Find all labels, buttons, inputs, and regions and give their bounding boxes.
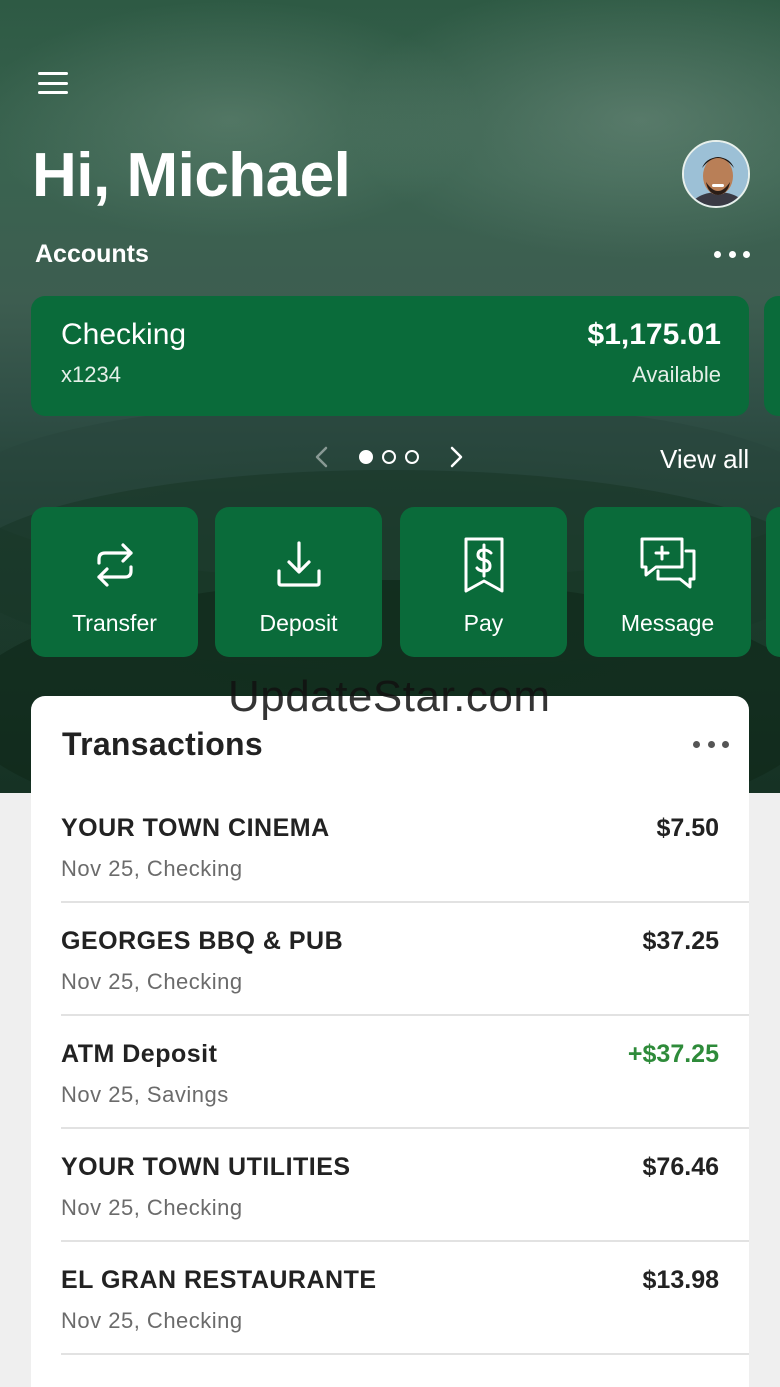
transaction-row[interactable]: GEORGES BBQ & PUB Nov 25, Checking $37.2… xyxy=(61,903,749,1016)
deposit-label: Deposit xyxy=(259,610,338,636)
view-all-link[interactable]: View all xyxy=(660,444,749,475)
transaction-merchant: EL GRAN RESTAURANTE xyxy=(61,1266,377,1294)
transactions-more-icon[interactable] xyxy=(693,736,729,752)
transaction-merchant: YOUR TOWN CINEMA xyxy=(61,814,330,842)
account-name: Checking xyxy=(61,318,187,351)
transaction-detail: Nov 25, Savings xyxy=(61,1082,229,1107)
transactions-panel: Transactions YOUR TOWN CINEMA Nov 25, Ch… xyxy=(31,696,749,1387)
chat-plus-icon xyxy=(640,537,695,589)
transaction-amount: $76.46 xyxy=(642,1153,719,1181)
hamburger-menu-icon[interactable] xyxy=(36,70,70,96)
pager-dot[interactable] xyxy=(382,450,396,464)
pager-dot[interactable] xyxy=(359,450,373,464)
transaction-amount: $37.25 xyxy=(642,927,719,955)
transaction-merchant: ATM Deposit xyxy=(61,1040,218,1068)
accounts-more-icon[interactable] xyxy=(714,246,750,262)
transaction-detail: Nov 25, Checking xyxy=(61,856,243,881)
transaction-detail: Nov 25, Checking xyxy=(61,1308,243,1333)
transaction-amount: +$37.25 xyxy=(627,1040,719,1068)
chevron-left-icon[interactable] xyxy=(312,442,332,472)
transaction-row[interactable]: ATM Deposit Nov 25, Savings +$37.25 xyxy=(61,1016,749,1129)
transaction-detail: Nov 25, Checking xyxy=(61,1195,243,1220)
transaction-row[interactable]: EL GRAN RESTAURANTE Nov 25, Checking $13… xyxy=(61,1242,749,1355)
deposit-button[interactable]: Deposit xyxy=(215,507,382,657)
transactions-list: YOUR TOWN CINEMA Nov 25, Checking $7.50 … xyxy=(61,790,749,1355)
transaction-row[interactable]: YOUR TOWN UTILITIES Nov 25, Checking $76… xyxy=(61,1129,749,1242)
download-tray-icon xyxy=(276,541,321,587)
message-button[interactable]: Message xyxy=(584,507,751,657)
transaction-merchant: GEORGES BBQ & PUB xyxy=(61,927,344,955)
transaction-amount: $7.50 xyxy=(656,814,719,842)
pager-dot[interactable] xyxy=(405,450,419,464)
account-pager xyxy=(359,450,419,464)
account-balance: $1,175.01 xyxy=(587,318,721,351)
avatar[interactable] xyxy=(682,140,750,208)
transfer-label: Transfer xyxy=(72,610,157,636)
account-card-checking[interactable]: Checking x1234 $1,175.01 Available xyxy=(31,296,749,416)
pay-label: Pay xyxy=(463,610,504,636)
watermark-text: UpdateStar.com xyxy=(228,672,551,721)
transaction-row[interactable]: YOUR TOWN CINEMA Nov 25, Checking $7.50 xyxy=(61,790,749,903)
transaction-detail: Nov 25, Checking xyxy=(61,969,243,994)
chevron-right-icon[interactable] xyxy=(446,442,466,472)
transaction-amount: $13.98 xyxy=(642,1266,719,1294)
pay-button[interactable]: Pay xyxy=(400,507,567,657)
greeting-title: Hi, Michael xyxy=(32,141,351,210)
account-number: x1234 xyxy=(61,362,121,387)
bill-dollar-icon xyxy=(464,537,503,593)
transactions-title: Transactions xyxy=(62,726,264,762)
accounts-label: Accounts xyxy=(35,240,149,268)
transfer-arrows-icon xyxy=(96,543,133,587)
account-balance-label: Available xyxy=(632,362,721,387)
transfer-button[interactable]: Transfer xyxy=(31,507,198,657)
transaction-merchant: YOUR TOWN UTILITIES xyxy=(61,1153,351,1181)
next-action-button[interactable] xyxy=(766,507,780,657)
message-label: Message xyxy=(620,610,715,636)
next-account-card[interactable] xyxy=(764,296,780,416)
